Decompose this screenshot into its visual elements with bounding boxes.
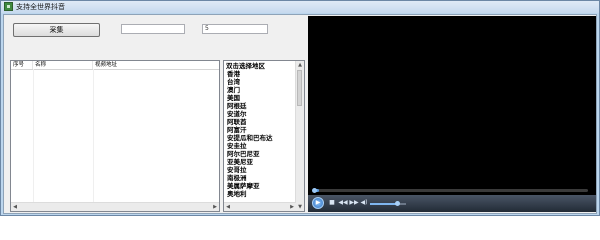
- volume-thumb[interactable]: [395, 201, 400, 206]
- region-item[interactable]: 澳门: [227, 86, 240, 94]
- volume-level: [370, 203, 397, 205]
- region-item[interactable]: 奥地利: [227, 190, 247, 198]
- scroll-left-icon[interactable]: ◀: [11, 203, 19, 211]
- region-item[interactable]: 安道尔: [227, 110, 247, 118]
- region-item[interactable]: 安哥拉: [227, 166, 247, 174]
- region-item[interactable]: 亚美尼亚: [227, 158, 253, 166]
- column-header-name[interactable]: 名称: [33, 61, 93, 69]
- region-item[interactable]: 阿尔巴尼亚: [227, 150, 260, 158]
- scroll-right-icon[interactable]: ▶: [288, 203, 296, 211]
- player-controls: ▶ ■ ◀◀ ▶▶ ◀): [308, 195, 596, 212]
- region-item[interactable]: 香港: [227, 70, 240, 78]
- region-item[interactable]: 阿联酋: [227, 118, 247, 126]
- video-list-horizontal-scrollbar[interactable]: ◀ ▶: [11, 202, 219, 211]
- scroll-down-icon[interactable]: ▼: [296, 203, 304, 211]
- client-area: 采集 5 序号 名称 视频地址 ◀ ▶ 双击选择地区 香港 台湾 澳门 美国 阿…: [3, 14, 597, 214]
- column-header-url[interactable]: 视频地址: [93, 61, 219, 69]
- region-item[interactable]: 美属萨摩亚: [227, 182, 260, 190]
- region-list-vertical-scrollbar[interactable]: ▲ ▼: [295, 61, 304, 211]
- region-item[interactable]: 阿富汗: [227, 126, 247, 134]
- app-window: 支持全世界抖音 采集 5 序号 名称 视频地址 ◀ ▶ 双击选择地区 香港 台湾…: [0, 0, 600, 216]
- column-divider: [93, 69, 94, 203]
- region-item[interactable]: 阿根廷: [227, 102, 247, 110]
- collect-button[interactable]: 采集: [13, 23, 100, 37]
- scroll-thumb[interactable]: [297, 70, 302, 106]
- region-item[interactable]: 安圭拉: [227, 142, 247, 150]
- video-player[interactable]: ▶ ■ ◀◀ ▶▶ ◀): [308, 16, 596, 212]
- region-list-header: 双击选择地区: [226, 62, 265, 70]
- region-item[interactable]: 南极洲: [227, 174, 247, 182]
- video-list[interactable]: 序号 名称 视频地址 ◀ ▶: [10, 60, 220, 212]
- stop-icon[interactable]: ■: [327, 198, 337, 208]
- prev-icon[interactable]: ◀◀: [338, 198, 348, 208]
- region-item[interactable]: 美国: [227, 94, 240, 102]
- seek-thumb[interactable]: [312, 188, 317, 193]
- next-icon[interactable]: ▶▶: [349, 198, 359, 208]
- scroll-up-icon[interactable]: ▲: [296, 61, 304, 69]
- title-bar: 支持全世界抖音: [1, 1, 599, 13]
- count-input[interactable]: 5: [202, 24, 268, 34]
- volume-icon[interactable]: ◀): [359, 198, 369, 208]
- region-item[interactable]: 台湾: [227, 78, 240, 86]
- column-divider: [33, 69, 34, 203]
- region-list-horizontal-scrollbar[interactable]: ◀ ▶: [224, 202, 296, 211]
- region-item[interactable]: 安提瓜和巴布达: [227, 134, 273, 142]
- column-header-index[interactable]: 序号: [11, 61, 33, 69]
- video-list-header: 序号 名称 视频地址: [11, 61, 219, 70]
- play-icon[interactable]: ▶: [312, 197, 324, 209]
- volume-slider[interactable]: [370, 203, 406, 205]
- seek-bar[interactable]: [314, 189, 588, 192]
- scroll-left-icon[interactable]: ◀: [224, 203, 232, 211]
- scroll-right-icon[interactable]: ▶: [211, 203, 219, 211]
- window-title: 支持全世界抖音: [16, 3, 65, 11]
- app-icon: [4, 2, 13, 11]
- keyword-input[interactable]: [121, 24, 185, 34]
- region-list[interactable]: 双击选择地区 香港 台湾 澳门 美国 阿根廷 安道尔 阿联酋 阿富汗 安提瓜和巴…: [223, 60, 305, 212]
